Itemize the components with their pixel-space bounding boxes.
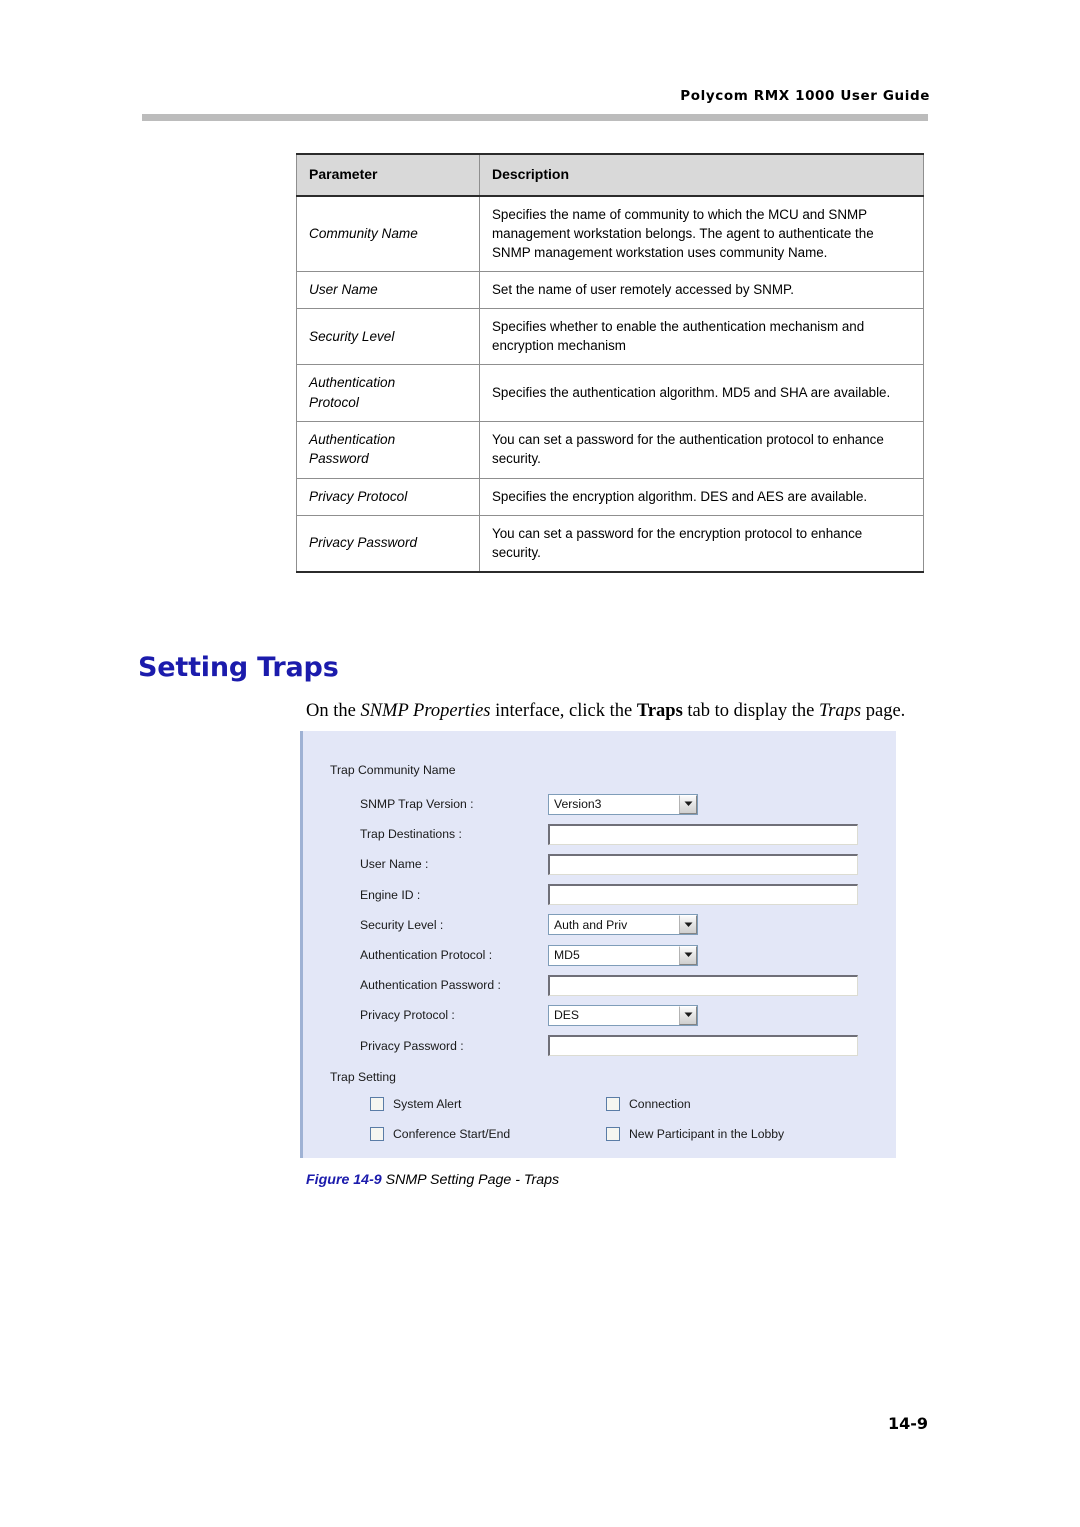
intro-paragraph: On the SNMP Properties interface, click …: [306, 697, 926, 725]
input-engine-id[interactable]: [548, 884, 858, 906]
form-row-trap-destinations: Trap Destinations :: [303, 819, 896, 849]
checkbox-box-new-participant-in-the-lobby[interactable]: [606, 1127, 620, 1141]
cell-description: Specifies the name of community to which…: [479, 195, 924, 272]
label-user-name: User Name :: [360, 857, 429, 872]
checkbox-label-conference-start-end: Conference Start/End: [393, 1127, 511, 1141]
cell-description: Specifies the encryption algorithm. DES …: [479, 477, 924, 516]
cell-parameter: Community Name: [296, 195, 480, 272]
checkbox-row: Conference Start/End New Participant in t…: [303, 1127, 896, 1157]
select-privacy-protocol[interactable]: DES: [548, 1004, 698, 1026]
trap-form-fields: SNMP Trap Version : Version3 Trap Destinat…: [303, 789, 896, 1061]
form-row-security-level: Security Level : Auth and Priv: [303, 910, 896, 940]
form-row-authentication-protocol: Authentication Protocol : MD5: [303, 940, 896, 970]
chevron-down-icon[interactable]: [679, 915, 697, 935]
form-row-engine-id: Engine ID :: [303, 880, 896, 910]
trap-setting-checkbox-grid: System Alert Connection Conference Start/E…: [303, 1097, 896, 1157]
table-row: Authentication Protocol Specifies the aut…: [296, 364, 924, 422]
group-label-trap-community-name: Trap Community Name: [330, 763, 456, 777]
select-value-security-level: Auth and Priv: [554, 918, 628, 931]
running-header: Polycom RMX 1000 User Guide: [680, 88, 930, 104]
cell-parameter: User Name: [296, 270, 480, 310]
cell-parameter: Security Level: [296, 308, 480, 366]
table-row: Privacy Protocol Specifies the encryption…: [296, 477, 924, 516]
label-security-level: Security Level :: [360, 917, 444, 932]
checkbox-label-connection: Connection: [629, 1097, 691, 1111]
cell-description: Specifies whether to enable the authenti…: [479, 308, 924, 366]
cell-parameter: Authentication Protocol: [296, 364, 480, 422]
intro-text-part4: page.: [861, 700, 906, 721]
checkbox-box-system-alert[interactable]: [370, 1097, 384, 1111]
cell-parameter: Privacy Protocol: [296, 477, 480, 516]
table-row: Security Level Specifies whether to enabl…: [296, 308, 924, 366]
checkbox-label-system-alert: System Alert: [393, 1097, 462, 1111]
table-header-row: Parameter Description: [296, 153, 924, 197]
table-row: User Name Set the name of user remotely a…: [296, 270, 924, 310]
figure-caption-text: SNMP Setting Page - Traps: [381, 1172, 560, 1188]
checkbox-row: System Alert Connection: [303, 1097, 896, 1127]
column-header-description: Description: [479, 153, 924, 197]
checkbox-conference-start-end[interactable]: Conference Start/End: [370, 1127, 510, 1141]
select-value-privacy-protocol: DES: [554, 1009, 580, 1022]
intro-italic-traps: Traps: [818, 700, 862, 721]
intro-text-part1: On the: [306, 700, 361, 721]
chevron-down-icon[interactable]: [679, 1005, 697, 1025]
header-rule: [142, 114, 928, 121]
label-engine-id: Engine ID :: [360, 887, 421, 902]
intro-text-part3: tab to display the: [682, 700, 819, 721]
cell-description: You can set a password for the encryptio…: [479, 514, 924, 573]
cell-description: Specifies the authentication algorithm. …: [479, 364, 924, 422]
label-authentication-password: Authentication Password :: [360, 978, 501, 993]
form-row-snmp-trap-version: SNMP Trap Version : Version3: [303, 789, 896, 819]
label-authentication-protocol: Authentication Protocol :: [360, 948, 493, 963]
input-user-name[interactable]: [548, 853, 858, 875]
table-row: Authentication Password You can set a pas…: [296, 420, 924, 479]
cell-description: You can set a password for the authentic…: [479, 420, 924, 479]
select-security-level[interactable]: Auth and Priv: [548, 914, 698, 936]
cell-parameter: Privacy Password: [296, 514, 480, 573]
cell-description: Set the name of user remotely accessed b…: [479, 270, 924, 310]
input-privacy-password[interactable]: [548, 1035, 858, 1057]
label-privacy-password: Privacy Password :: [360, 1038, 464, 1053]
form-row-user-name: User Name :: [303, 849, 896, 879]
checkbox-box-conference-start-end[interactable]: [370, 1127, 384, 1141]
page-title: Setting Traps: [138, 652, 339, 684]
label-privacy-protocol: Privacy Protocol :: [360, 1008, 455, 1023]
input-trap-destinations[interactable]: [548, 823, 858, 845]
table-row: Community Name Specifies the name of comm…: [296, 195, 924, 272]
parameter-description-table: Parameter Description Community Name Spec…: [296, 153, 924, 573]
table-body: Community Name Specifies the name of comm…: [296, 195, 924, 573]
label-trap-destinations: Trap Destinations :: [360, 827, 462, 842]
form-row-privacy-protocol: Privacy Protocol : DES: [303, 1000, 896, 1030]
checkbox-box-connection[interactable]: [606, 1097, 620, 1111]
figure-caption: Figure 14-9 SNMP Setting Page - Traps: [306, 1172, 559, 1188]
form-row-privacy-password: Privacy Password :: [303, 1031, 896, 1061]
select-value-snmp-trap-version: Version3: [554, 797, 602, 811]
checkbox-new-participant-in-the-lobby[interactable]: New Participant in the Lobby: [606, 1127, 784, 1141]
intro-bold-traps: Traps: [636, 700, 683, 721]
checkbox-label-new-participant-in-the-lobby: New Participant in the Lobby: [629, 1127, 785, 1141]
checkbox-system-alert[interactable]: System Alert: [370, 1097, 461, 1111]
cell-parameter: Authentication Password: [296, 420, 480, 479]
intro-italic-snmp-properties: SNMP Properties: [360, 700, 491, 721]
intro-text-part2: interface, click the: [490, 700, 637, 721]
column-header-parameter: Parameter: [296, 153, 480, 197]
form-row-authentication-password: Authentication Password :: [303, 970, 896, 1000]
select-value-authentication-protocol: MD5: [554, 948, 580, 962]
figure-number: Figure 14-9: [306, 1172, 382, 1188]
chevron-down-icon[interactable]: [679, 794, 697, 814]
group-label-trap-setting: Trap Setting: [330, 1070, 396, 1084]
chevron-down-icon[interactable]: [679, 945, 697, 965]
page-number: 14-9: [887, 1414, 928, 1433]
select-authentication-protocol[interactable]: MD5: [548, 944, 698, 966]
checkbox-connection[interactable]: Connection: [606, 1097, 691, 1111]
label-snmp-trap-version: SNMP Trap Version :: [360, 797, 474, 812]
input-authentication-password[interactable]: [548, 974, 858, 996]
table-row: Privacy Password You can set a password f…: [296, 514, 924, 573]
snmp-traps-screenshot-panel: Trap Community Name SNMP Trap Version : V…: [300, 731, 896, 1158]
select-snmp-trap-version[interactable]: Version3: [548, 793, 698, 815]
